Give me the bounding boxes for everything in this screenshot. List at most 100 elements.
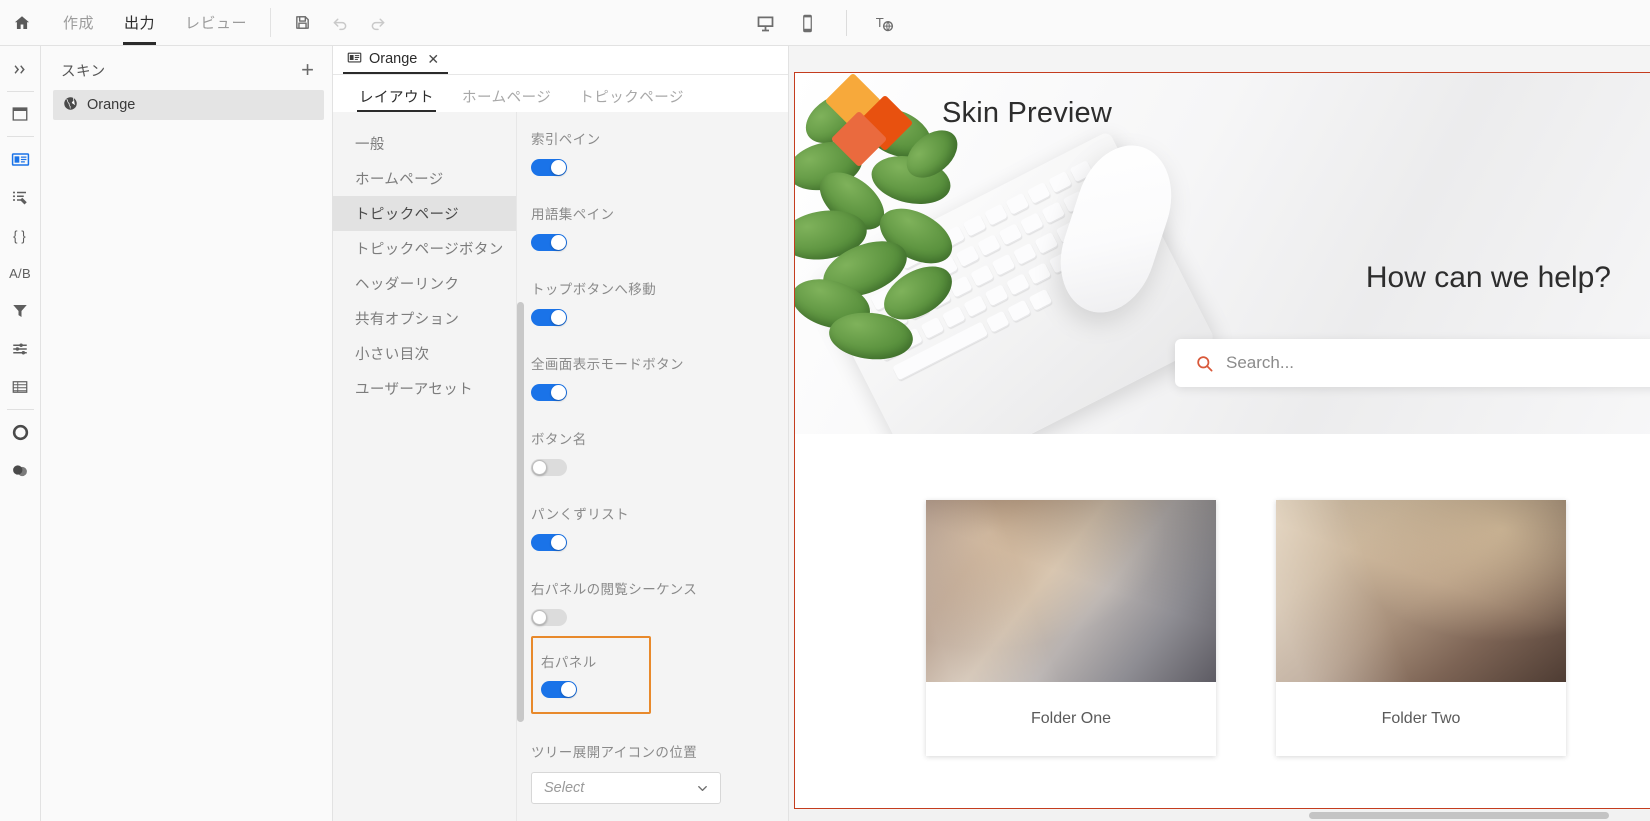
layers-icon[interactable] (0, 451, 41, 489)
close-icon[interactable]: ✕ (424, 51, 442, 68)
expand-rail-icon[interactable] (0, 50, 41, 88)
option-glossary-pane: 用語集ペイン (525, 176, 788, 251)
translate-icon[interactable]: T (867, 5, 903, 41)
section-item-general[interactable]: 一般 (333, 126, 516, 161)
folder-card-one[interactable]: Folder One (926, 500, 1216, 756)
folder-thumbnail (1276, 500, 1566, 682)
tab-homepage[interactable]: ホームページ (448, 83, 565, 111)
toggle-breadcrumbs[interactable] (531, 534, 567, 551)
settings-options-pane: 索引ペイン 用語集ペイン トップボタンへ移動 全画面表示モードボタン ボタン名 … (516, 112, 788, 821)
redo-icon[interactable] (361, 6, 395, 40)
toolbar-divider (270, 8, 272, 37)
undo-icon[interactable] (323, 6, 357, 40)
option-label: 右パネルの閲覧シーケンス (531, 582, 698, 597)
settings-body: 一般 ホームページ トピックページ トピックページボタン ヘッダーリンク 共有オ… (333, 112, 788, 821)
home-icon[interactable] (0, 0, 44, 45)
section-item-homepage[interactable]: ホームページ (333, 161, 516, 196)
menu-item-review[interactable]: レビュー (170, 0, 262, 45)
svg-text:T: T (876, 15, 884, 30)
rail-divider (6, 91, 34, 92)
application-window: 作成 出力 レビュー T {} A/B スキン + Orange Orange… (0, 0, 1650, 821)
circle-icon[interactable] (0, 413, 41, 451)
mobile-preview-icon[interactable] (790, 5, 826, 41)
sidebar-item-skin[interactable] (0, 140, 41, 178)
desktop-preview-icon[interactable] (748, 5, 784, 41)
orange-diamond-logo (824, 73, 933, 168)
toggle-right-panel-browse-sequence[interactable] (531, 609, 567, 626)
skin-preview-area: Skin Preview How can we help? Search... … (789, 46, 1650, 821)
option-label: トップボタンへ移動 (531, 282, 657, 297)
folder-card-two[interactable]: Folder Two (1276, 500, 1566, 756)
folder-card-label: Folder One (1030, 710, 1112, 727)
toggle-glossary-pane[interactable] (531, 234, 567, 251)
toggle-button-name[interactable] (531, 459, 567, 476)
section-item-share-options[interactable]: 共有オプション (333, 301, 516, 336)
preview-help-heading: How can we help? (1365, 261, 1611, 294)
settings-scrollbar[interactable] (517, 132, 524, 752)
list-tag-icon[interactable] (0, 178, 41, 216)
toolbar-center-divider (845, 10, 847, 36)
ab-icon[interactable]: A/B (0, 254, 41, 292)
tab-layout[interactable]: レイアウト (345, 83, 448, 113)
document-tab-orange[interactable]: Orange ✕ (343, 46, 449, 74)
skin-settings-panel: Orange ✕ レイアウト ホームページ トピックページ 一般 ホームページ … (333, 46, 789, 821)
option-label: パンくずリスト (531, 507, 629, 522)
select-value: Select (544, 780, 585, 796)
section-item-topicpage-buttons[interactable]: トピックページボタン (333, 231, 516, 266)
preview-folder-cards: Folder One Folder Two (795, 434, 1650, 756)
toolbar-left-group: 作成 出力 レビュー (0, 0, 395, 45)
preview-search-bar[interactable]: Search... (1175, 339, 1650, 387)
toolbar-actions (279, 0, 395, 45)
skin-list-item-label: Orange (87, 97, 136, 113)
option-index-pane: 索引ペイン (525, 112, 788, 176)
top-toolbar: 作成 出力 レビュー T (0, 0, 1650, 46)
toggle-fullscreen-mode-button[interactable] (531, 384, 567, 401)
section-item-user-assets[interactable]: ユーザーアセット (333, 371, 516, 406)
settings-options-scroll: 索引ペイン 用語集ペイン トップボタンへ移動 全画面表示モードボタン ボタン名 … (517, 112, 788, 821)
select-tree-expand-icon-position[interactable]: Select (531, 772, 721, 804)
option-label: 用語集ペイン (531, 207, 615, 222)
main-body: { } A/B スキン + Orange Orange ✕ レイアウト ホームペ… (0, 46, 1650, 821)
option-label: 全画面表示モードボタン (531, 357, 684, 372)
option-label: ボタン名 (531, 432, 587, 447)
skins-panel-title: スキン (61, 63, 106, 80)
preview-title: Skin Preview (942, 97, 1113, 129)
skin-list-item-orange[interactable]: Orange (53, 90, 324, 120)
toggle-go-to-top-button[interactable] (531, 309, 567, 326)
left-icon-rail: { } A/B (0, 46, 41, 821)
globe-icon (63, 96, 78, 115)
add-skin-button[interactable]: + (297, 59, 318, 81)
settings-subtabs: レイアウト ホームページ トピックページ (333, 75, 788, 113)
skin-icon (347, 50, 362, 69)
table-icon[interactable] (0, 368, 41, 406)
search-icon (1197, 355, 1213, 371)
option-right-panel: 右パネル (531, 636, 651, 714)
option-label: ツリー展開アイコンの位置 (531, 745, 698, 760)
option-go-to-top-button: トップボタンへ移動 (525, 251, 788, 326)
option-breadcrumbs: パンくずリスト (525, 476, 788, 551)
option-label: 索引ペイン (531, 132, 601, 147)
search-placeholder: Search... (1226, 353, 1295, 372)
save-icon[interactable] (285, 6, 319, 40)
rail-divider (6, 136, 34, 137)
tab-topicpage[interactable]: トピックページ (565, 83, 698, 111)
folder-card-label: Folder Two (1381, 710, 1461, 727)
toggle-index-pane[interactable] (531, 159, 567, 176)
filter-icon[interactable] (0, 292, 41, 330)
braces-icon[interactable]: { } (0, 216, 41, 254)
section-item-topicpage[interactable]: トピックページ (333, 196, 516, 231)
skins-panel: スキン + Orange (41, 46, 333, 821)
option-fullscreen-mode-button: 全画面表示モードボタン (525, 326, 788, 401)
section-item-header-links[interactable]: ヘッダーリンク (333, 266, 516, 301)
preview-horizontal-scrollbar[interactable] (789, 810, 1650, 821)
chevron-down-icon (698, 785, 707, 791)
skins-panel-header: スキン + (41, 52, 332, 88)
toggle-right-panel[interactable] (541, 681, 577, 698)
document-tabstrip: Orange ✕ (333, 46, 788, 75)
section-item-mini-toc[interactable]: 小さい目次 (333, 336, 516, 371)
menu-item-create[interactable]: 作成 (48, 0, 109, 45)
main-menu: 作成 出力 レビュー (44, 0, 262, 45)
menu-item-output[interactable]: 出力 (109, 0, 170, 45)
sliders-icon[interactable] (0, 330, 41, 368)
window-icon[interactable] (0, 95, 41, 133)
